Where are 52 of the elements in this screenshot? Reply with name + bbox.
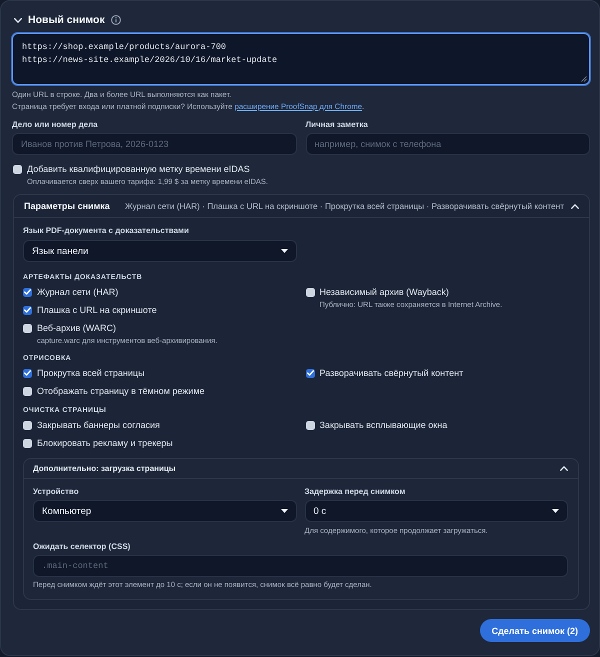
take-snapshot-button[interactable]: Сделать снимок (2) [480, 619, 590, 642]
checkbox-label: Блокировать рекламу и трекеры [37, 437, 173, 450]
checkbox[interactable] [306, 288, 314, 296]
check-icon [24, 307, 31, 313]
field-label: Дело или номер дела [12, 119, 99, 131]
chevron-up-icon[interactable] [571, 204, 579, 208]
checkbox-label: Отображать страницу в тёмном режиме [37, 385, 205, 398]
checkbox-label: Веб-архив (WARC) [37, 322, 116, 335]
checkbox[interactable] [13, 164, 22, 174]
field-label: Личная заметка [306, 119, 369, 131]
field-label: Задержка перед снимком [304, 486, 406, 498]
checkbox-label: Закрывать баннеры согласия [37, 419, 160, 432]
checkbox[interactable] [23, 324, 32, 332]
section-title: Дополнительно: загрузка страницы [33, 464, 176, 473]
checkbox[interactable] [23, 368, 32, 378]
checkbox-label: Прокрутка всей страницы [37, 367, 145, 380]
check-icon [24, 289, 31, 295]
panel-title: Новый снимок [28, 13, 105, 28]
field-label: Ожидать селектор (CSS) [33, 541, 132, 553]
caret-down-icon [552, 509, 559, 513]
checkbox[interactable] [23, 420, 32, 430]
checkbox[interactable] [306, 420, 314, 430]
url-input-field[interactable]: https://shop.example/products/aurora-700 https://news-site.example/2026/10/16/market-update [12, 33, 590, 85]
chevron-up-icon[interactable] [560, 466, 568, 471]
delay-select[interactable]: 0 с [304, 500, 568, 522]
selector-input-field[interactable]: .main-content [33, 555, 568, 577]
checkbox-label: Журнал сети (HAR) [37, 286, 118, 299]
text-input-field[interactable]: Иванов против Петрова, 2026-0123 [12, 133, 296, 155]
language-select[interactable]: Язык панели [23, 240, 296, 262]
check-icon [24, 370, 31, 376]
caret-down-icon [280, 509, 288, 513]
resize-handle-icon[interactable] [581, 76, 587, 82]
selected-options-summary: Журнал сети (HAR) · Плашка с URL на скриншоте · Прокрутка всей страницы · Разворачивать свёрнутый контент [124, 201, 564, 211]
checkbox[interactable] [23, 306, 32, 314]
field-label: Устройство [33, 486, 80, 498]
field-label: Язык PDF-документа с доказательствами [23, 225, 190, 237]
checkbox-label: Добавить квалифицированную метку времени eIDAS [27, 163, 250, 176]
checkbox-label: Закрывать всплывающие окна [320, 419, 448, 432]
text-input-field[interactable]: например, снимок с телефона [306, 133, 590, 155]
checkbox-label: Разворачивать свёрнутый контент [320, 367, 464, 380]
caret-down-icon [280, 249, 288, 253]
checkbox-label: Плашка с URL на скриншоте [37, 304, 157, 317]
checkbox[interactable] [23, 288, 32, 296]
checkbox-label: Независимый архив (Wayback) [320, 286, 449, 299]
chevron-down-icon[interactable] [14, 18, 22, 22]
checkbox[interactable] [306, 368, 314, 378]
check-icon [306, 370, 314, 376]
checkbox[interactable] [23, 438, 32, 448]
device-select[interactable]: Компьютер [33, 500, 296, 522]
checkbox[interactable] [23, 386, 32, 396]
info-icon[interactable] [110, 15, 121, 25]
section-title: Параметры снимка [24, 201, 110, 211]
